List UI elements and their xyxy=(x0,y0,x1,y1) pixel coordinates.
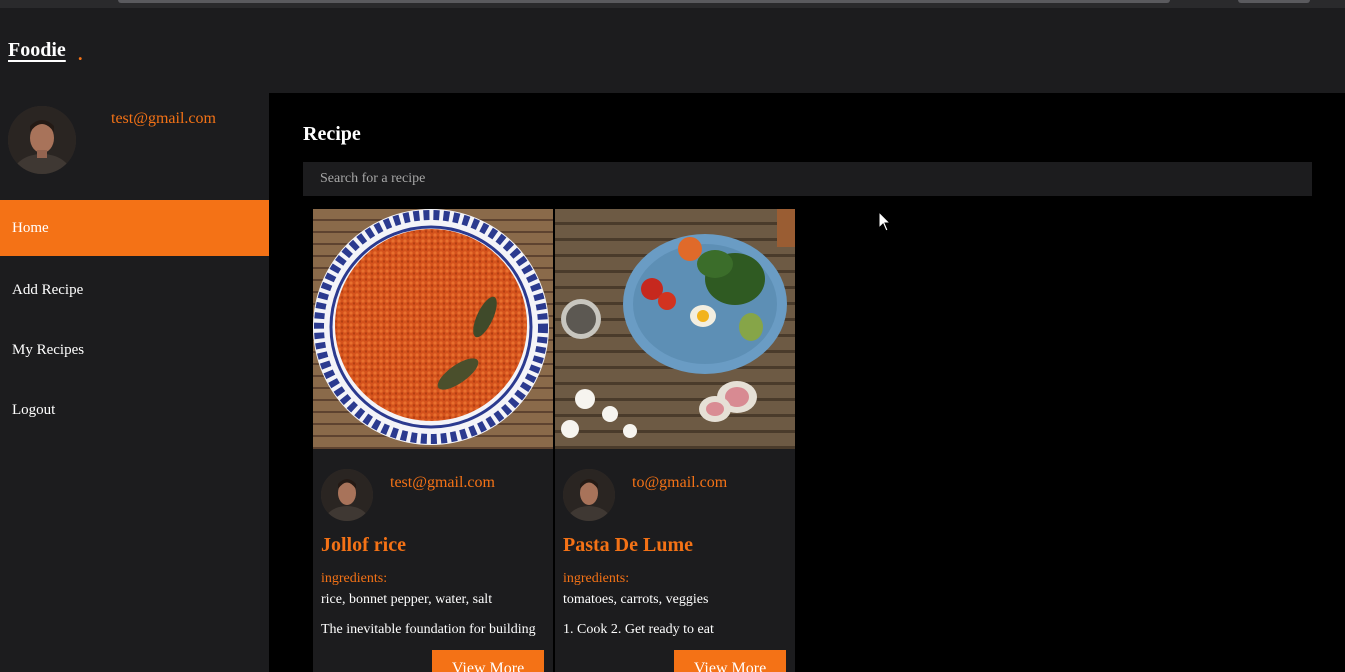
nav-item-logout[interactable]: Logout xyxy=(0,380,269,440)
app-logo[interactable]: Foodie xyxy=(8,39,66,62)
ingredients-text: tomatoes, carrots, veggies xyxy=(563,592,709,607)
user-email: test@gmail.com xyxy=(111,110,216,127)
browser-address-bar[interactable] xyxy=(118,0,1170,3)
mouse-cursor-icon xyxy=(878,211,892,232)
author-avatar xyxy=(321,469,373,521)
recipe-card: to@gmail.com Pasta De Lume ingredients: … xyxy=(555,209,795,672)
ingredients-text: rice, bonnet pepper, water, salt xyxy=(321,592,493,607)
sidebar-nav: Home Add Recipe My Recipes Logout xyxy=(0,200,269,440)
browser-toolbar-button[interactable] xyxy=(1238,0,1310,3)
ingredients-label: ingredients: xyxy=(321,571,388,586)
nav-item-my-recipes[interactable]: My Recipes xyxy=(0,320,269,380)
recipe-title: Jollof rice xyxy=(321,534,406,556)
view-more-button[interactable]: View More xyxy=(432,650,544,672)
author-avatar xyxy=(563,469,615,521)
recipe-image-jollof xyxy=(313,209,553,449)
view-more-button[interactable]: View More xyxy=(674,650,786,672)
ingredients-label: ingredients: xyxy=(563,571,630,586)
recipe-image-pasta xyxy=(555,209,795,449)
recipe-card: test@gmail.com Jollof rice ingredients: … xyxy=(313,209,553,672)
search-input[interactable] xyxy=(303,162,1312,196)
sidebar: test@gmail.com Home Add Recipe My Recipe… xyxy=(0,93,269,672)
author-email: test@gmail.com xyxy=(390,474,495,491)
nav-item-home[interactable]: Home xyxy=(0,200,269,256)
recipe-description: 1. Cook 2. Get ready to eat xyxy=(563,622,714,637)
page-title: Recipe xyxy=(303,123,361,145)
browser-chrome-strip xyxy=(0,0,1345,8)
recipe-description: The inevitable foundation for building xyxy=(321,622,536,637)
author-email: to@gmail.com xyxy=(632,474,728,491)
logo-accent-dot: . xyxy=(78,44,83,64)
nav-item-add-recipe[interactable]: Add Recipe xyxy=(0,260,269,320)
user-avatar xyxy=(8,106,76,174)
main-content: Recipe Search for a recipe test@gmail.co… xyxy=(269,93,1345,672)
recipe-title: Pasta De Lume xyxy=(563,534,693,556)
top-bar: Foodie . xyxy=(0,8,1345,93)
